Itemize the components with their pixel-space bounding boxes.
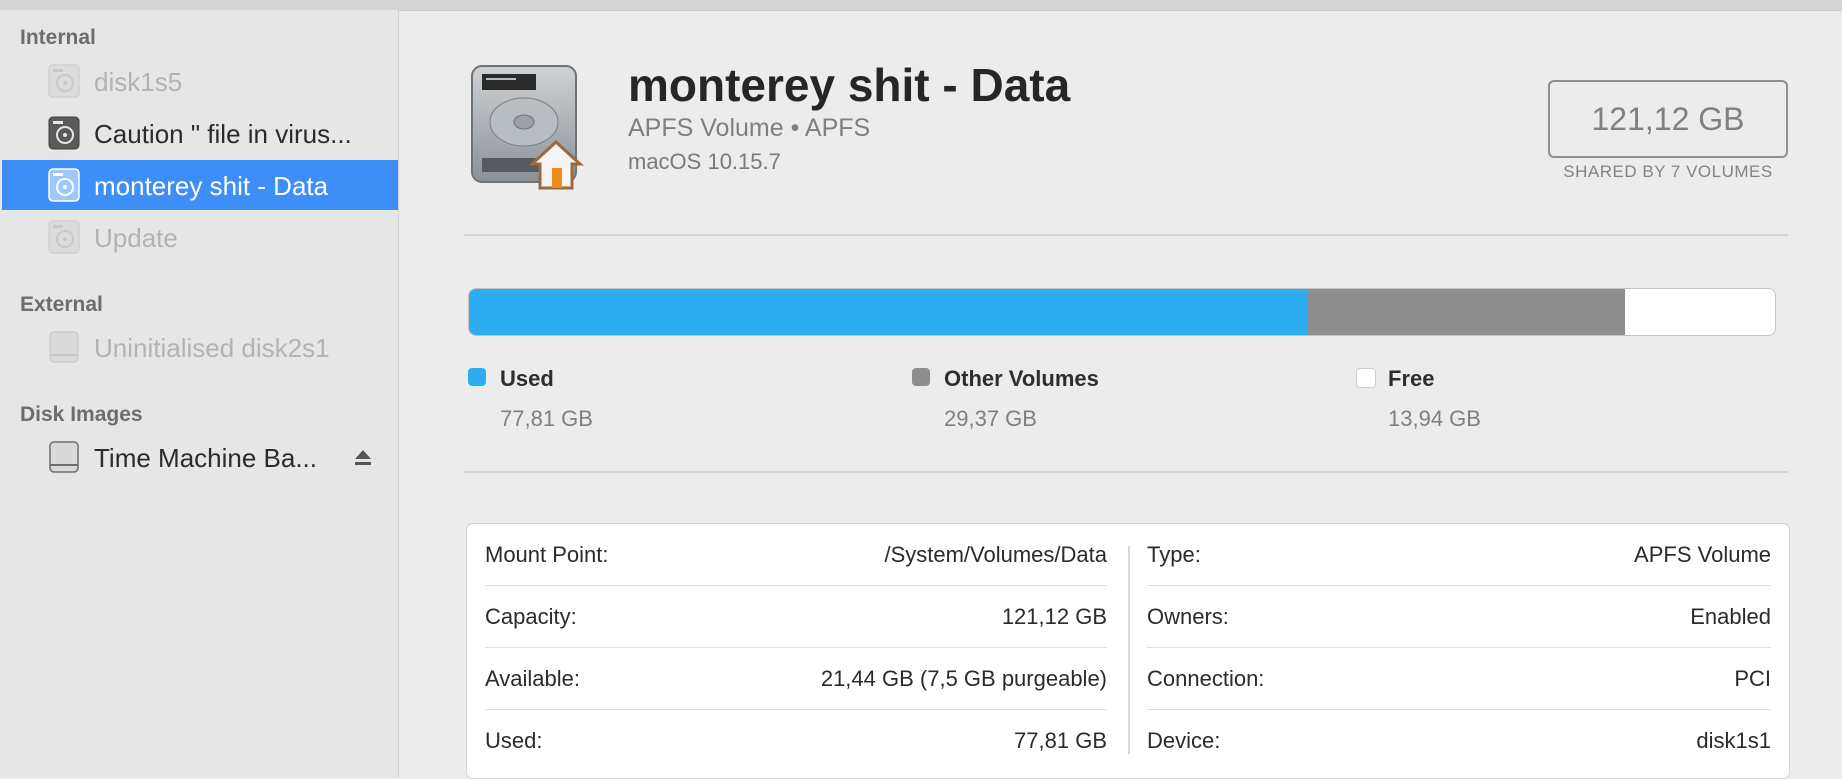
info-value: 121,12 GB <box>1001 604 1107 629</box>
info-key: Used: <box>485 728 543 753</box>
volume-os: macOS 10.15.7 <box>628 149 781 174</box>
legend-swatch <box>1356 368 1376 388</box>
info-key: Owners: <box>1147 604 1229 629</box>
usage-segment-other <box>1308 289 1625 335</box>
volume-name: monterey shit - Data <box>628 59 1071 111</box>
main-panel: monterey shit - Data APFS Volume • APFS … <box>400 10 1842 779</box>
disk-image-icon <box>49 441 79 473</box>
shared-label: SHARED BY 7 VOLUMES <box>1563 162 1773 181</box>
info-row: Available: 21,44 GB (7,5 GB purgeable) <box>467 648 1107 710</box>
info-column-left: Mount Point: /System/Volumes/Data Capacit… <box>467 524 1107 778</box>
external-disk-icon <box>49 331 79 363</box>
info-column-right: Type: APFS Volume Owners: Enabled Connecti… <box>1129 524 1771 778</box>
usage-segment-free <box>1624 289 1775 335</box>
info-key: Type: <box>1147 542 1201 567</box>
capacity-value: 121,12 GB <box>1591 101 1745 137</box>
info-value: Enabled <box>1690 604 1771 629</box>
sidebar-item-label: disk1s5 <box>94 67 183 97</box>
legend-swatch <box>468 368 486 386</box>
internal-disk-icon <box>48 64 80 98</box>
sidebar: Internal disk1s5 Caution " file in virus… <box>0 10 399 778</box>
usage-segment-used <box>469 289 1308 335</box>
legend-value: 13,94 GB <box>1388 406 1481 431</box>
info-row: Capacity: 121,12 GB <box>467 586 1107 648</box>
info-key: Device: <box>1147 728 1221 753</box>
legend-name: Other Volumes <box>944 366 1099 391</box>
info-row: Owners: Enabled <box>1129 586 1771 648</box>
info-table: Mount Point: /System/Volumes/Data Capacit… <box>466 523 1790 779</box>
legend-swatch <box>912 368 930 386</box>
section-disk-images: Disk Images <box>20 403 143 426</box>
info-key: Capacity: <box>485 604 577 629</box>
internal-disk-icon <box>48 116 80 150</box>
legend-value: 29,37 GB <box>944 406 1037 431</box>
info-row: Used: 77,81 GB <box>467 710 1107 772</box>
section-internal: Internal <box>20 26 96 49</box>
info-row: Connection: PCI <box>1129 648 1771 710</box>
sidebar-item-caution[interactable]: Caution " file in virus... <box>2 108 398 158</box>
usage-bar <box>468 288 1776 336</box>
sidebar-item-monterey-data[interactable]: monterey shit - Data <box>2 160 398 210</box>
info-key: Connection: <box>1147 666 1265 691</box>
section-external: External <box>20 293 103 316</box>
info-value: disk1s1 <box>1696 728 1771 753</box>
info-value: PCI <box>1734 666 1771 691</box>
sidebar-item-disk1s5[interactable]: disk1s5 <box>2 56 398 106</box>
sidebar-item-label: Update <box>94 223 178 253</box>
sidebar-item-label: Time Machine Ba... <box>94 443 318 473</box>
info-value: /System/Volumes/Data <box>884 542 1107 567</box>
info-row: Device: disk1s1 <box>1129 710 1771 772</box>
info-value: 21,44 GB (7,5 GB purgeable) <box>820 666 1107 691</box>
sidebar-item-disk2s1[interactable]: Uninitialised disk2s1 <box>2 322 398 372</box>
eject-icon[interactable] <box>354 444 372 468</box>
sidebar-item-update[interactable]: Update <box>2 212 398 262</box>
sidebar-item-label: monterey shit - Data <box>94 171 329 201</box>
sidebar-item-label: Caution " file in virus... <box>94 119 352 149</box>
sidebar-item-time-machine[interactable]: Time Machine Ba... <box>2 432 398 482</box>
volume-subtitle: APFS Volume • APFS <box>628 114 871 142</box>
divider <box>464 471 1788 473</box>
internal-disk-icon <box>48 220 80 254</box>
info-value: APFS Volume <box>1634 542 1771 567</box>
info-key: Mount Point: <box>485 542 609 567</box>
sidebar-item-label: Uninitialised disk2s1 <box>94 333 330 363</box>
legend-name: Free <box>1388 366 1435 391</box>
legend-value: 77,81 GB <box>500 406 593 431</box>
divider <box>464 234 1788 236</box>
info-value: 77,81 GB <box>1014 728 1107 753</box>
internal-disk-icon <box>48 168 80 202</box>
info-row: Mount Point: /System/Volumes/Data <box>467 524 1107 586</box>
home-drive-icon <box>471 65 584 190</box>
info-key: Available: <box>485 666 580 691</box>
legend-name: Used <box>500 366 554 391</box>
capacity-box: 121,12 GB <box>1548 80 1788 158</box>
info-row: Type: APFS Volume <box>1129 524 1771 586</box>
